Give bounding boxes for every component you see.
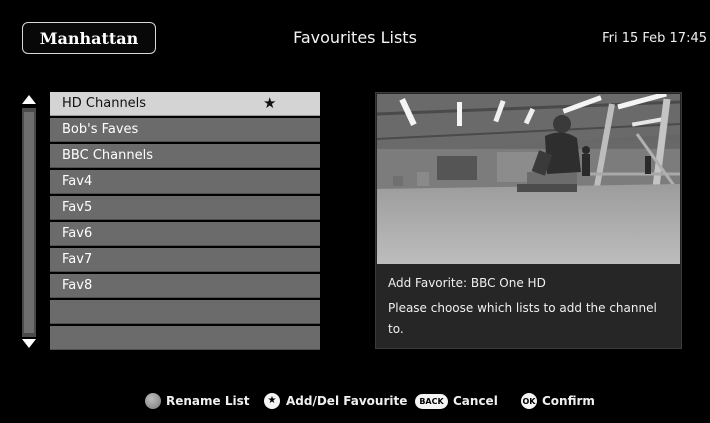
favourites-list-item-label: Bob's Faves <box>62 122 139 137</box>
favourites-list-item[interactable]: Bob's Faves <box>50 118 320 142</box>
cancel-hint[interactable]: BACK Cancel <box>415 392 498 410</box>
favourites-list-item[interactable]: Fav5 <box>50 196 320 220</box>
grey-button-icon <box>145 393 161 409</box>
video-still-image <box>377 94 680 264</box>
favourites-list-item-label: Fav5 <box>62 200 93 215</box>
favourites-list-item-label: Fav7 <box>62 252 93 267</box>
favourites-list: HD Channels ★ Bob's Faves BBC Channels Fav4 F… <box>50 92 320 352</box>
favourites-list-item-label: Fav4 <box>62 174 93 189</box>
rename-list-label: Rename List <box>166 394 250 408</box>
favourites-list-item-label: Fav8 <box>62 278 93 293</box>
scroll-down-arrow-icon[interactable] <box>22 339 36 348</box>
ok-button-icon: OK <box>521 393 537 409</box>
scrollbar-thumb[interactable] <box>24 112 34 333</box>
channel-video-preview <box>377 94 680 264</box>
star-button-icon: ★ <box>264 393 280 409</box>
preview-panel: Add Favorite: BBC One HD Please choose w… <box>375 92 682 349</box>
dialog-title: Add Favorite: BBC One HD <box>388 276 546 290</box>
confirm-hint[interactable]: OK Confirm <box>521 392 595 410</box>
favourites-list-item[interactable] <box>50 326 320 350</box>
favourites-list-item[interactable]: Fav6 <box>50 222 320 246</box>
favourites-list-item-label: HD Channels <box>62 96 147 111</box>
dialog-message: Please choose which lists to add the cha… <box>388 301 657 336</box>
confirm-label: Confirm <box>542 394 595 408</box>
add-del-favourite-label: Add/Del Favourite <box>286 394 408 408</box>
add-del-favourite-hint[interactable]: ★ Add/Del Favourite <box>264 392 407 410</box>
back-button-icon: BACK <box>415 393 448 409</box>
date-time: Fri 15 Feb 17:45 <box>602 31 707 46</box>
favourites-list-item[interactable]: HD Channels ★ <box>50 92 320 116</box>
favourites-list-item[interactable]: BBC Channels <box>50 144 320 168</box>
favourite-star-icon: ★ <box>263 94 277 112</box>
footer-legend: Rename List ★ Add/Del Favourite BACK Can… <box>0 392 710 412</box>
scroll-up-arrow-icon[interactable] <box>22 95 36 104</box>
rename-list-hint[interactable]: Rename List <box>145 392 249 410</box>
scrollbar-track[interactable] <box>22 108 36 337</box>
favourites-list-item[interactable] <box>50 300 320 324</box>
favourites-list-item[interactable]: Fav8 <box>50 274 320 298</box>
favourites-list-item[interactable]: Fav7 <box>50 248 320 272</box>
cancel-label: Cancel <box>453 394 498 408</box>
favourites-list-item-label: Fav6 <box>62 226 93 241</box>
favourites-list-item[interactable]: Fav4 <box>50 170 320 194</box>
favourites-list-item-label: BBC Channels <box>62 148 153 163</box>
